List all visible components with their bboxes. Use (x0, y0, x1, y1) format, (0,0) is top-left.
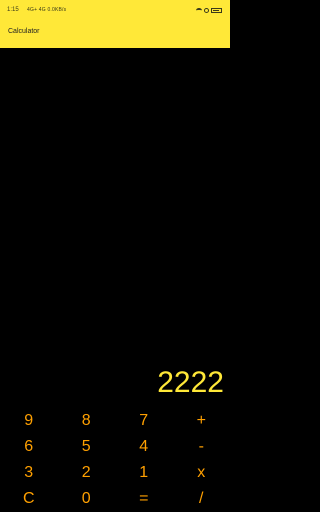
key-0[interactable]: 0 (58, 486, 116, 512)
key-equals[interactable]: = (115, 486, 173, 512)
key-2[interactable]: 2 (58, 460, 116, 486)
status-bar: 1:15 4G+ 4G 0.0KB/s (0, 0, 230, 20)
key-4[interactable]: 4 (115, 434, 173, 460)
key-clear[interactable]: C (0, 486, 58, 512)
wifi-icon (196, 7, 202, 13)
mute-icon (204, 7, 209, 13)
status-time: 1:15 (7, 7, 19, 13)
key-7[interactable]: 7 (115, 408, 173, 434)
key-1[interactable]: 1 (115, 460, 173, 486)
key-8[interactable]: 8 (58, 408, 116, 434)
key-3[interactable]: 3 (0, 460, 58, 486)
app-title: Calculator (8, 28, 40, 35)
key-6[interactable]: 6 (0, 434, 58, 460)
key-minus[interactable]: - (173, 434, 231, 460)
keypad: 9 8 7 + 6 5 4 - 3 2 1 x C 0 = / (0, 408, 230, 512)
key-5[interactable]: 5 (58, 434, 116, 460)
status-network-info: 4G+ 4G 0.0KB/s (27, 7, 67, 13)
battery-icon (211, 7, 222, 13)
status-icons (196, 6, 222, 14)
result-display: 2222 (157, 366, 224, 399)
key-multiply[interactable]: x (173, 460, 231, 486)
key-divide[interactable]: / (173, 486, 231, 512)
calculator-screen: 1:15 4G+ 4G 0.0KB/s Calculator 2222 9 8 … (0, 0, 230, 512)
key-plus[interactable]: + (173, 408, 231, 434)
key-9[interactable]: 9 (0, 408, 58, 434)
app-bar: Calculator (0, 20, 230, 48)
